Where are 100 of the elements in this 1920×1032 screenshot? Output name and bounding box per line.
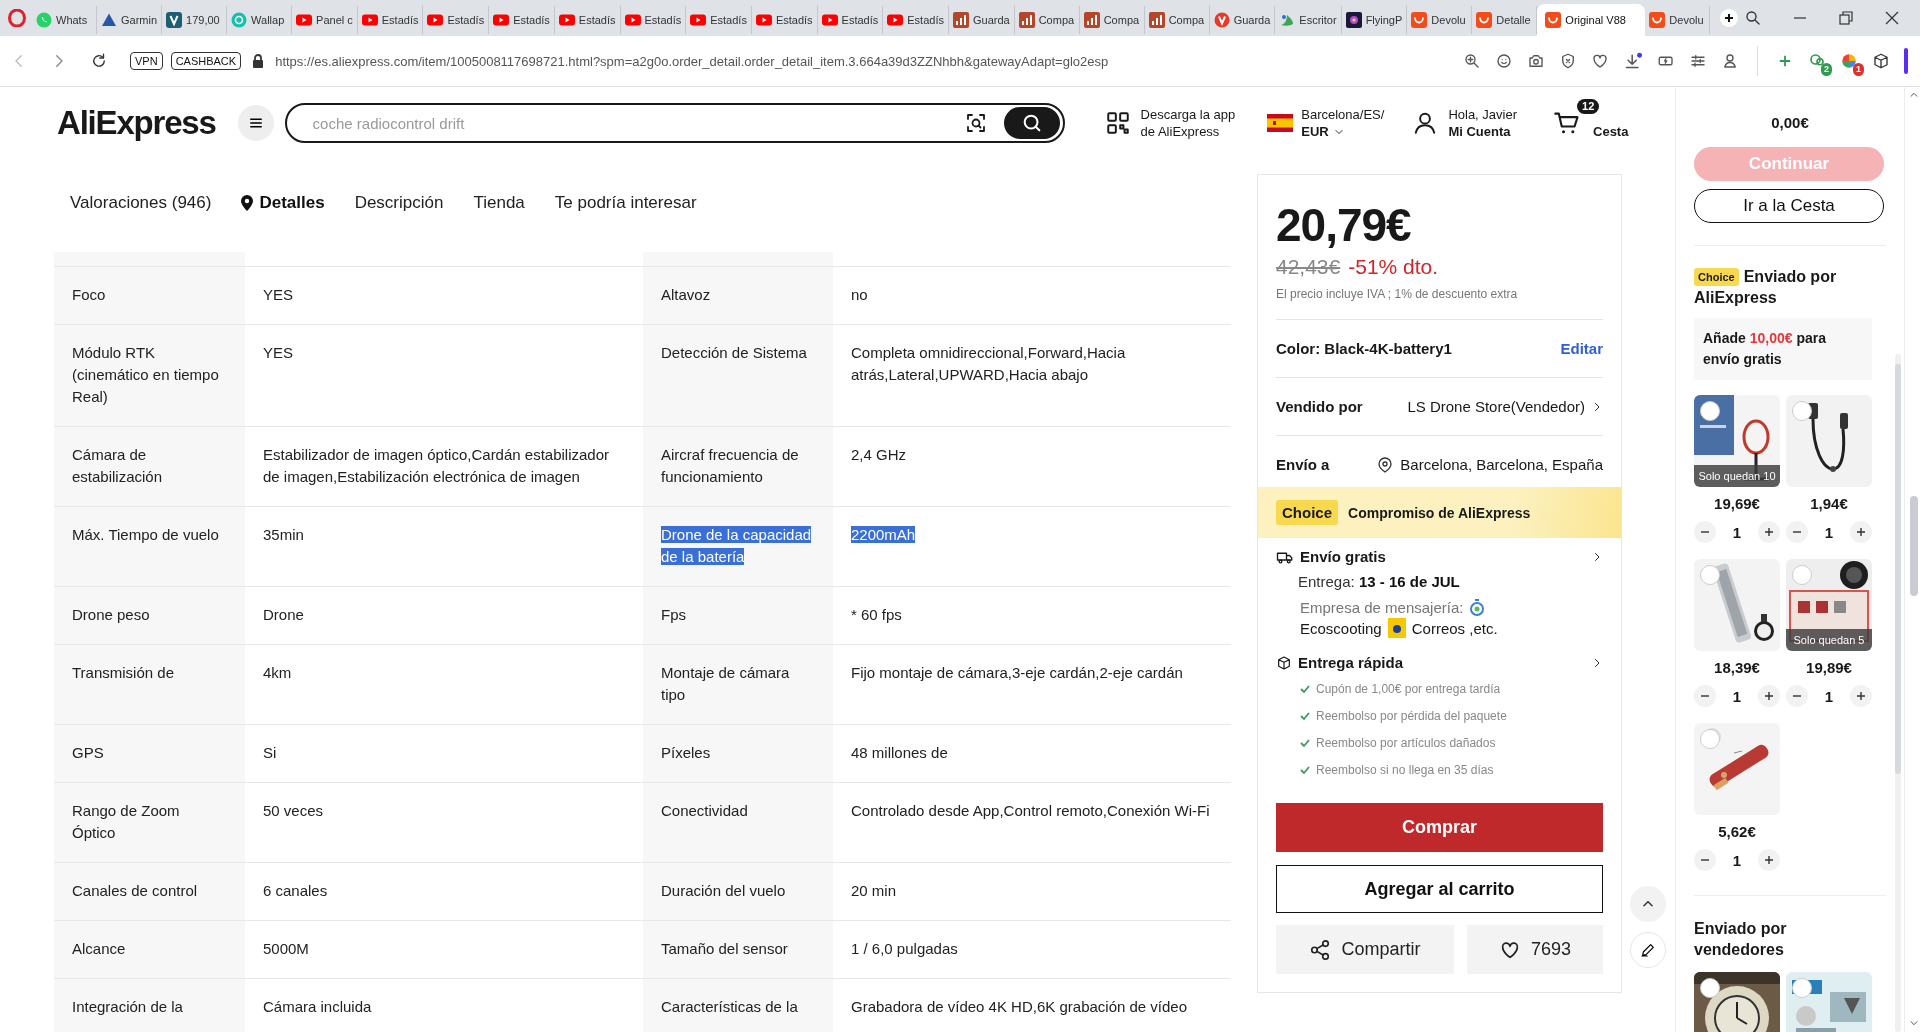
app-link-text[interactable]: de AliExpress <box>1140 123 1236 140</box>
increase-button[interactable] <box>1850 685 1872 707</box>
person-icon[interactable] <box>1721 52 1739 70</box>
browser-tab[interactable]: 179,00 <box>162 6 228 34</box>
ship-to-address[interactable]: Barcelona, Barcelona, España <box>1400 456 1603 473</box>
carrier-name: Correos ,etc. <box>1411 619 1498 637</box>
browser-tab[interactable]: Estadís <box>423 6 490 34</box>
browser-tab[interactable]: Garmin <box>97 6 163 34</box>
decrease-button[interactable] <box>1694 521 1716 543</box>
download-icon[interactable] <box>1623 52 1643 70</box>
browser-tab[interactable]: Estadís <box>489 6 555 34</box>
region-text[interactable]: Barcelona/ES/ <box>1301 106 1385 123</box>
search-icon[interactable] <box>1744 9 1762 27</box>
increase-button[interactable] <box>1758 521 1780 543</box>
browser-tab[interactable]: Estadís <box>554 6 621 34</box>
cube-icon[interactable] <box>1872 52 1890 70</box>
spec-value: 2,4 GHz <box>833 427 1231 507</box>
browser-tab[interactable]: Whats <box>32 6 97 34</box>
currency-selector[interactable]: EUR <box>1301 123 1385 140</box>
plus-icon <box>1763 854 1775 866</box>
spec-label: Cámara de estabilización <box>54 427 245 507</box>
color-wheel-icon[interactable] <box>1840 52 1858 70</box>
nav-tab[interactable]: Detalles <box>241 193 325 213</box>
flag-icon <box>1267 114 1294 132</box>
spec-value: no <box>833 267 1231 325</box>
browser-tab[interactable]: Devolu <box>1407 6 1473 34</box>
browser-tab[interactable]: Compa <box>1079 6 1145 34</box>
spec-value: Fijo montaje de cámara,3-eje cardán,2-eje cardán <box>833 645 1231 725</box>
wishlist-button[interactable]: 7693 <box>1467 925 1603 974</box>
browser-tab[interactable]: Devolu <box>1645 6 1711 34</box>
app-link-text[interactable]: Descarga la app <box>1140 106 1236 123</box>
scrollbar-thumb[interactable] <box>1895 364 1901 774</box>
decrease-button[interactable] <box>1786 521 1808 543</box>
decrease-button[interactable] <box>1786 685 1808 707</box>
nav-tab[interactable]: Tienda <box>473 193 525 213</box>
scrollbar-thumb[interactable] <box>1910 496 1918 596</box>
ship-to-label: Envío a <box>1276 456 1330 473</box>
smiley-icon[interactable] <box>1495 52 1513 70</box>
search-button[interactable] <box>1003 107 1060 139</box>
spec-label: Canales de control <box>54 863 245 921</box>
spec-label: Píxeles <box>643 725 833 783</box>
sidebar-bar-icon[interactable] <box>1904 48 1908 74</box>
increase-button[interactable] <box>1850 521 1872 543</box>
nav-tab[interactable]: Valoraciones (946) <box>70 193 212 213</box>
increase-button[interactable] <box>1758 849 1780 871</box>
search-field[interactable]: coche radiocontrol drift <box>284 103 1065 143</box>
buy-button[interactable]: Comprar <box>1276 803 1603 852</box>
logo[interactable]: AliExpress <box>57 104 216 142</box>
search-input[interactable]: coche radiocontrol drift <box>310 113 964 133</box>
ring-logo-icon[interactable] <box>8 9 26 27</box>
browser-tab[interactable]: Escritor <box>1275 6 1342 34</box>
browser-tab[interactable]: Estadís <box>620 6 687 34</box>
browser-badge[interactable]: CASHBACK <box>170 52 242 70</box>
scrollbar[interactable] <box>1895 354 1901 1032</box>
play-icon <box>624 12 641 28</box>
spec-label: Drone peso <box>54 587 245 645</box>
browser-tab[interactable]: Estadís <box>357 6 424 34</box>
browser-tab[interactable]: Estadís <box>817 6 884 34</box>
shield-icon[interactable] <box>1559 52 1577 70</box>
camera-icon[interactable] <box>1527 52 1545 70</box>
decrease-button[interactable] <box>1694 849 1716 871</box>
cart-label[interactable]: Cesta <box>1593 122 1629 140</box>
price: 20,79€ <box>1276 198 1412 253</box>
plus-icon[interactable] <box>1720 9 1739 27</box>
browser-tab[interactable]: FlyingP <box>1341 6 1408 34</box>
edit-link[interactable]: Editar <box>1560 340 1603 357</box>
share-button[interactable]: Compartir <box>1276 925 1454 974</box>
browser-tab[interactable]: Guarda <box>948 6 1015 34</box>
heart-icon[interactable] <box>1591 52 1609 70</box>
browser-tab[interactable]: Estadís <box>883 6 949 34</box>
browser-tab[interactable]: Compa <box>1014 6 1080 34</box>
browser-tab[interactable]: Estadís <box>686 6 752 34</box>
browser-tab[interactable]: Guarda <box>1209 6 1276 34</box>
increase-button[interactable] <box>1758 685 1780 707</box>
guarantee-text: Reembolso por pérdida del paquete <box>1316 708 1507 723</box>
browser-tab[interactable]: Detalle <box>1472 6 1538 34</box>
go-to-cart-button[interactable]: Ir a la Cesta <box>1694 189 1884 223</box>
decrease-button[interactable] <box>1694 685 1716 707</box>
browser-tab[interactable]: Compa <box>1144 6 1210 34</box>
menu-button[interactable] <box>237 105 274 141</box>
nav-tab[interactable]: Te podría interesar <box>554 193 697 213</box>
close-icon[interactable] <box>1884 10 1900 26</box>
spec-label: GPS <box>54 725 245 783</box>
account-link[interactable]: Mi Cuenta <box>1448 123 1517 140</box>
restore-icon[interactable] <box>1838 10 1854 26</box>
bag-tile-icon <box>1411 12 1428 28</box>
seller-link[interactable]: LS Drone Store(Vendedor) <box>1407 398 1603 415</box>
browser-tab[interactable]: Panel c <box>292 6 358 34</box>
qr-code-icon[interactable] <box>1104 110 1131 136</box>
browser-tab[interactable]: Original V88 <box>1537 4 1646 36</box>
zoom-in-icon[interactable] <box>1463 52 1481 70</box>
browser-tab[interactable]: Estadís <box>751 6 818 34</box>
browser-tab[interactable]: Wallap <box>227 6 293 34</box>
add-to-cart-button[interactable]: Agregar al carrito <box>1276 865 1603 913</box>
nav-tab[interactable]: Descripción <box>354 193 444 213</box>
browser-badge[interactable]: VPN <box>130 52 163 70</box>
url-text[interactable]: https://es.aliexpress.com/item/1005008117698721.html?spm=a2g0o.order_detail.order_detail_item.3.664a39d3ZZNhbh&gatewayAdapt=glo2esp <box>275 53 1109 69</box>
sliders-icon[interactable] <box>1689 52 1707 70</box>
edit-button[interactable] <box>1630 932 1666 968</box>
reload-icon[interactable] <box>90 52 108 70</box>
